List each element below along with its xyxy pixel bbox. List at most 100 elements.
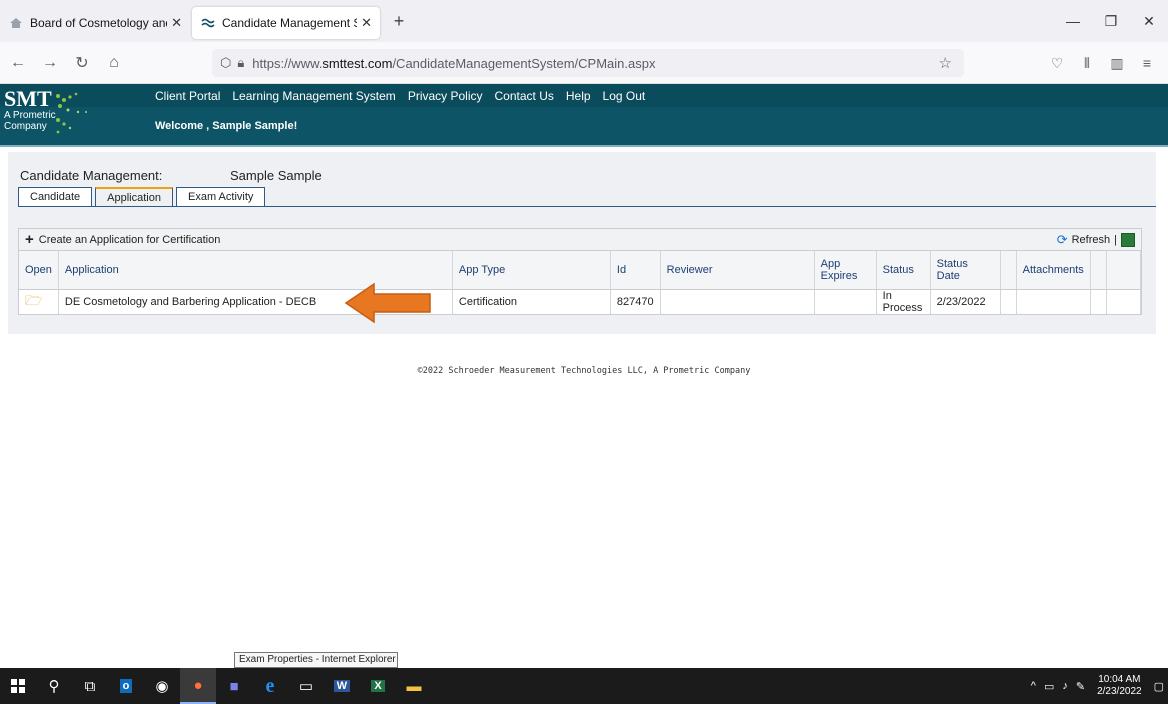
close-icon[interactable]: ✕ <box>171 15 182 31</box>
nav-privacy-policy[interactable]: Privacy Policy <box>408 89 483 103</box>
new-tab-button[interactable]: + <box>384 11 414 32</box>
chevron-up-icon[interactable]: ^ <box>1031 680 1036 692</box>
taskbar-tooltip: Exam Properties - Internet Explorer <box>234 652 398 668</box>
candidate-name: Sample Sample <box>230 168 322 183</box>
restore-icon[interactable]: ❐ <box>1092 0 1130 42</box>
folder-open-icon[interactable]: 🗁 <box>25 292 42 308</box>
separator: | <box>1114 234 1117 246</box>
refresh-button[interactable]: Refresh <box>1072 234 1111 246</box>
outlook-icon[interactable]: o <box>108 668 144 704</box>
create-application-link[interactable]: Create an Application for Certification <box>39 234 221 246</box>
clock[interactable]: 10:04 AM 2/23/2022 <box>1097 674 1142 698</box>
browser-tab-bar: Board of Cosmetology and Barb ✕ Candidat… <box>0 0 1168 42</box>
lock-icon: 🔒︎ <box>237 55 245 70</box>
window-icon[interactable]: ▭ <box>288 668 324 704</box>
close-window-icon[interactable]: ✕ <box>1130 0 1168 42</box>
col-status[interactable]: Status <box>876 251 931 290</box>
blank-cell <box>1106 289 1142 314</box>
back-arrow-icon[interactable]: ← <box>4 49 32 77</box>
col-app-expires[interactable]: App Expires <box>814 251 877 290</box>
col-status-date[interactable]: Status Date <box>930 251 1001 290</box>
logo-dots-icon <box>56 92 87 134</box>
nav-log-out[interactable]: Log Out <box>603 89 646 103</box>
col-blank <box>1106 251 1142 290</box>
col-open[interactable]: Open <box>19 251 59 290</box>
nav-help[interactable]: Help <box>566 89 591 103</box>
candidate-tabs: Candidate Application Exam Activity <box>18 187 266 207</box>
excel-export-icon[interactable] <box>1121 233 1135 247</box>
browser-tab-board-of-cosmetology[interactable]: Board of Cosmetology and Barb ✕ <box>0 7 190 39</box>
col-reviewer[interactable]: Reviewer <box>660 251 815 290</box>
col-app-type[interactable]: App Type <box>452 251 611 290</box>
blank-cell <box>1090 289 1107 314</box>
nav-learning-management-system[interactable]: Learning Management System <box>232 89 395 103</box>
home-icon[interactable]: ⌂ <box>100 49 128 77</box>
browser-toolbar: ← → ↻ ⌂ ⬡ 🔒︎ https://www. smttest.com/Can… <box>0 42 1168 84</box>
internet-explorer-icon[interactable]: e <box>252 668 288 704</box>
smt-logo[interactable]: SMT A Prometric Company <box>4 86 56 133</box>
search-icon[interactable]: ⚲ <box>36 668 72 704</box>
app-icon[interactable]: ◉ <box>144 668 180 704</box>
col-blank <box>1090 251 1107 290</box>
url-path: /CandidateManagementSystem/CPMain.aspx <box>392 55 656 71</box>
shield-icon: ⬡ <box>220 55 232 70</box>
url-domain: smttest.com <box>322 55 393 71</box>
close-icon[interactable]: ✕ <box>361 15 372 31</box>
volume-icon[interactable]: ♪ <box>1062 680 1068 692</box>
teams-icon[interactable]: ■ <box>216 668 252 704</box>
time: 10:04 AM <box>1098 674 1141 685</box>
table-row[interactable]: 🗁 DE Cosmetology and Barbering Applicati… <box>19 289 1142 314</box>
plus-icon[interactable]: + <box>25 232 34 247</box>
logo-sub1: A Prometric <box>4 110 56 121</box>
excel-icon[interactable]: X <box>360 668 396 704</box>
reviewer-cell <box>660 289 815 314</box>
blank-cell <box>1000 289 1017 314</box>
firefox-icon[interactable]: ● <box>180 668 216 704</box>
window-controls: — ❐ ✕ <box>1054 0 1168 42</box>
nav-contact-us[interactable]: Contact Us <box>495 89 554 103</box>
refresh-group: ⟳ Refresh | <box>1057 232 1135 248</box>
pen-icon[interactable]: ✎ <box>1076 680 1085 693</box>
menu-icon[interactable]: ≡ <box>1132 49 1162 77</box>
tab-candidate[interactable]: Candidate <box>18 187 93 207</box>
forward-arrow-icon[interactable]: → <box>36 49 64 77</box>
url-bar[interactable]: ⬡ 🔒︎ https://www. smttest.com/CandidateMa… <box>212 49 964 77</box>
smt-favicon-icon <box>200 15 216 31</box>
network-icon[interactable]: ▭ <box>1044 680 1054 693</box>
library-icon[interactable]: ⦀ <box>1072 49 1102 77</box>
task-view-icon[interactable]: ⧉ <box>72 668 108 704</box>
open-cell[interactable]: 🗁 <box>19 289 59 314</box>
refresh-icon[interactable]: ⟳ <box>1057 232 1068 248</box>
sidebar-icon[interactable]: ▥ <box>1102 49 1132 77</box>
grid-command-bar: + Create an Application for Certificatio… <box>19 229 1141 251</box>
logo-sub2: Company <box>4 121 47 132</box>
reload-icon[interactable]: ↻ <box>68 49 96 77</box>
notification-icon[interactable]: ▢ <box>1154 680 1164 693</box>
file-explorer-icon[interactable]: ▬ <box>396 668 432 704</box>
tab-application[interactable]: Application <box>95 187 173 207</box>
status-cell: In Process <box>876 289 931 314</box>
attachments-cell <box>1016 289 1091 314</box>
page-content: SMT A Prometric Company Client Portal Le… <box>0 84 1168 668</box>
app-type-cell: Certification <box>452 289 611 314</box>
tab-exam-activity[interactable]: Exam Activity <box>175 187 266 207</box>
minimize-icon[interactable]: — <box>1054 0 1092 42</box>
app-expires-cell <box>814 289 877 314</box>
url-prefix: https://www. <box>252 55 323 71</box>
word-icon[interactable]: W <box>324 668 360 704</box>
col-id[interactable]: Id <box>610 251 661 290</box>
bookmark-star-icon[interactable]: ☆ <box>939 54 952 72</box>
col-blank <box>1000 251 1017 290</box>
pocket-icon[interactable]: ♡ <box>1042 49 1072 77</box>
header-divider <box>0 145 1168 147</box>
site-header: SMT A Prometric Company Client Portal Le… <box>0 84 1168 147</box>
logo-text: SMT <box>4 86 52 111</box>
browser-tab-title: Board of Cosmetology and Barb <box>30 16 167 30</box>
browser-tab-candidate-management[interactable]: Candidate Management System ✕ <box>192 7 380 39</box>
top-navigation: Client Portal Learning Management System… <box>155 89 645 103</box>
nav-client-portal[interactable]: Client Portal <box>155 89 220 103</box>
windows-taskbar: ⚲ ⧉ o ◉ ● ■ e ▭ W X ▬ ^ ▭ ♪ ✎ 10:04 AM 2… <box>0 668 1168 704</box>
windows-start-icon[interactable] <box>0 668 36 704</box>
col-attachments[interactable]: Attachments <box>1016 251 1091 290</box>
date: 2/23/2022 <box>1097 686 1142 697</box>
